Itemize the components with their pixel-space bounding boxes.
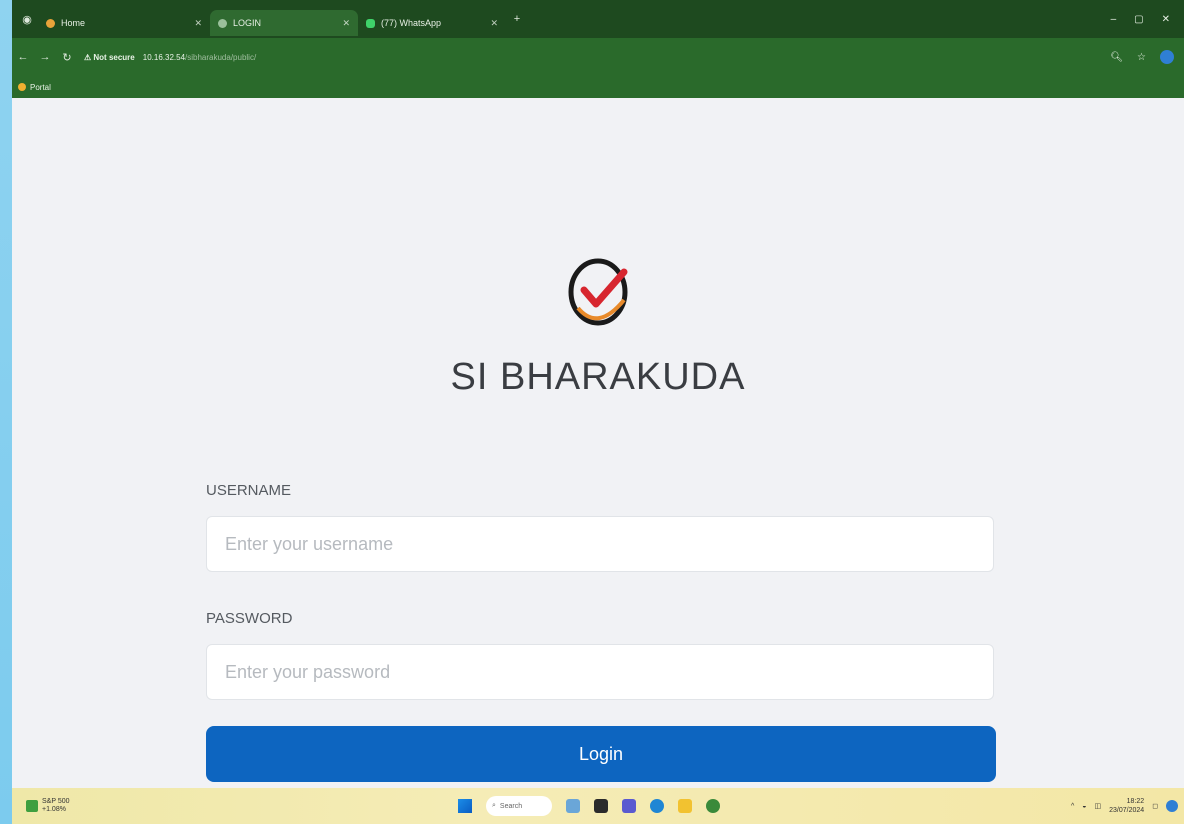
new-tab-button[interactable]: + [506, 13, 528, 25]
login-button[interactable]: Login [206, 726, 996, 782]
browser-window: ◉ Home ✕ LOGIN ✕ (77) WhatsApp ✕ + – ▢ ✕… [12, 0, 1184, 824]
file-explorer-icon[interactable] [678, 799, 692, 813]
whatsapp-favicon-icon [366, 18, 375, 28]
taskbar: S&P 500 +1.08% ⌕ Search ^ ◒ ◫ 18:22 23/0… [12, 788, 1184, 824]
back-arrow-icon[interactable]: ← [12, 51, 34, 63]
system-tray: ^ ◒ ◫ 18:22 23/07/2024 ◻ [1071, 788, 1178, 824]
brand-logo-icon [568, 258, 628, 326]
taskbar-search-placeholder: Search [499, 802, 523, 810]
login-page: SI BHARAKUDA USERNAME PASSWORD Login [12, 98, 1184, 788]
chrome-browser-icon[interactable] [706, 799, 720, 813]
close-tab-icon[interactable]: ✕ [342, 18, 350, 29]
reload-icon[interactable]: ↻ [56, 51, 78, 64]
teams-app-icon[interactable] [622, 799, 636, 813]
bookmark-portal[interactable]: Portal [30, 83, 51, 92]
tab-bar: ◉ Home ✕ LOGIN ✕ (77) WhatsApp ✕ + – ▢ ✕ [12, 0, 1184, 38]
clock-time: 18:22 [1126, 798, 1145, 805]
username-input[interactable] [206, 516, 994, 572]
zoom-icon[interactable]: 🔍︎ [1110, 52, 1123, 63]
address-bar-row: ← → ↻ ⚠ Not secure 10.16.32.54 /sibharak… [12, 38, 1184, 76]
forward-arrow-icon[interactable]: → [34, 51, 56, 63]
portal-bookmark-icon [18, 83, 26, 91]
restore-button[interactable]: ▢ [1134, 14, 1143, 25]
stock-widget[interactable]: S&P 500 +1.08% [12, 798, 70, 814]
profile-avatar-icon[interactable] [1160, 50, 1174, 64]
tab-label: (77) WhatsApp [381, 18, 442, 28]
search-icon: ⌕ [492, 802, 496, 809]
copilot-icon[interactable] [1166, 800, 1178, 812]
tab-search-icon[interactable]: ◉ [16, 13, 38, 26]
tab-home[interactable]: Home ✕ [38, 10, 210, 36]
edge-browser-icon[interactable] [650, 799, 664, 813]
url-field[interactable]: ⚠ Not secure 10.16.32.54 /sibharakuda/pu… [84, 46, 984, 68]
url-host: 10.16.32.54 [142, 52, 186, 62]
minimize-button[interactable]: – [1111, 14, 1117, 25]
url-path: /sibharakuda/public/ [185, 52, 257, 62]
window-controls: – ▢ ✕ [1111, 14, 1184, 25]
windows-start-icon[interactable] [458, 799, 472, 813]
bookmarks-bar: Portal [12, 76, 1184, 98]
address-bar-actions: 🔍︎ ☆ [1110, 50, 1184, 64]
taskbar-apps: ⌕ Search [458, 788, 720, 824]
clock-date: 23/07/2024 [1109, 807, 1145, 814]
password-input[interactable] [206, 644, 994, 700]
volume-icon[interactable]: ◫ [1095, 802, 1102, 810]
tab-login[interactable]: LOGIN ✕ [210, 10, 358, 36]
stock-change: +1.08% [42, 806, 66, 813]
stock-name: S&P 500 [42, 798, 70, 805]
task-view-icon[interactable] [594, 799, 608, 813]
close-tab-icon[interactable]: ✕ [194, 18, 202, 29]
stock-chart-icon [26, 800, 38, 812]
notification-bell-icon[interactable]: ◻ [1152, 802, 1158, 810]
brand-title: SI BHARAKUDA [450, 356, 746, 398]
not-secure-label[interactable]: ⚠ Not secure [84, 53, 135, 62]
tray-chevron-icon[interactable]: ^ [1071, 803, 1074, 810]
taskbar-search[interactable]: ⌕ Search [486, 796, 552, 816]
network-icon[interactable]: ◒ [1082, 803, 1086, 810]
password-label: PASSWORD [206, 610, 293, 627]
tab-whatsapp[interactable]: (77) WhatsApp ✕ [358, 10, 506, 36]
close-window-button[interactable]: ✕ [1162, 14, 1170, 25]
username-label: USERNAME [206, 482, 292, 499]
system-clock[interactable]: 18:22 23/07/2024 [1109, 797, 1144, 815]
globe-favicon-icon [218, 18, 227, 28]
tab-label: LOGIN [233, 18, 262, 28]
home-favicon-icon [46, 18, 55, 28]
close-tab-icon[interactable]: ✕ [490, 18, 498, 29]
bookmark-star-icon[interactable]: ☆ [1137, 52, 1146, 63]
widgets-app-icon[interactable] [566, 799, 580, 813]
tab-label: Home [61, 18, 86, 28]
